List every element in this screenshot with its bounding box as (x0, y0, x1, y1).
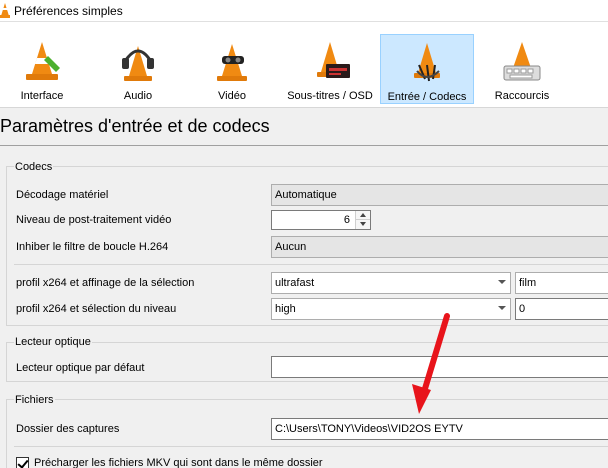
vlc-cone-icon (0, 3, 10, 18)
tab-video[interactable]: Vidéo (198, 34, 266, 104)
x264-level-value: 0 (519, 303, 526, 315)
postproc-value: 6 (343, 214, 350, 226)
settings-panel: Codecs Décodage matériel Automatique Niv… (0, 146, 608, 468)
title-bar: Préférences simples (0, 0, 608, 22)
audio-cone-icon (122, 46, 154, 81)
spin-buttons (355, 211, 370, 229)
x264-profile-select[interactable]: high (271, 298, 511, 320)
tab-subtitles-osd[interactable]: Sous-titres / OSD (284, 34, 376, 104)
loopfilter-select[interactable]: Aucun (271, 236, 608, 258)
optical-default-field[interactable] (271, 356, 608, 378)
hotkeys-cone-icon (503, 42, 541, 81)
optical-group-title: Lecteur optique (14, 336, 92, 348)
tab-label: Raccourcis (494, 90, 550, 102)
tab-label: Sous-titres / OSD (287, 90, 373, 102)
tab-audio[interactable]: Audio (104, 34, 172, 104)
tab-interface[interactable]: Interface (6, 34, 78, 104)
tab-label: Entrée / Codecs (387, 91, 467, 103)
tab-label: Audio (123, 90, 153, 102)
files-group-title: Fichiers (14, 394, 55, 406)
loopfilter-label: Inhiber le filtre de boucle H.264 (16, 241, 169, 253)
x264-tune-value: film (519, 277, 537, 289)
window-title: Préférences simples (14, 4, 123, 18)
tab-hotkeys[interactable]: Raccourcis (486, 34, 558, 104)
codecs-cone-icon (414, 43, 440, 82)
hw-decoding-select[interactable]: Automatique (271, 184, 608, 206)
x264-preset-label: profil x264 et affinage de la sélection (16, 277, 195, 289)
postproc-label: Niveau de post-traitement vidéo (16, 214, 172, 226)
spin-down-icon[interactable] (356, 220, 370, 229)
x264-preset-value: ultrafast (275, 277, 315, 289)
mkv-preload-label: Précharger les fichiers MKV qui sont dan… (34, 457, 323, 468)
tab-label: Interface (20, 90, 64, 102)
mkv-preload-checkbox[interactable] (16, 457, 29, 468)
x264-profile-label: profil x264 et sélection du niveau (16, 303, 177, 315)
video-cone-icon (217, 44, 247, 81)
x264-profile-value: high (275, 303, 296, 315)
hw-decoding-value: Automatique (275, 189, 337, 201)
tab-label: Vidéo (218, 90, 246, 102)
interface-cone-icon (26, 42, 60, 80)
page-title: Paramètres d'entrée et de codecs (0, 116, 270, 136)
spin-up-icon[interactable] (356, 211, 370, 220)
tab-input-codecs[interactable]: Entrée / Codecs (380, 34, 474, 104)
codecs-divider (14, 264, 608, 265)
x264-preset-select[interactable]: ultrafast (271, 272, 511, 294)
chevron-down-icon (498, 306, 506, 310)
subtitles-cone-icon (317, 42, 350, 78)
category-toolbar: Interface Audio Vidéo Sous-titres / OSD … (0, 22, 608, 108)
x264-tune-select[interactable]: film (515, 272, 608, 294)
optical-default-label: Lecteur optique par défaut (16, 362, 145, 374)
record-dir-label: Dossier des captures (16, 423, 120, 435)
chevron-down-icon (498, 280, 506, 284)
hw-decoding-label: Décodage matériel (16, 189, 109, 201)
record-dir-field[interactable]: C:\Users\TONY\Videos\VID2OS EYTV (271, 418, 608, 440)
codecs-group-title: Codecs (14, 161, 54, 173)
postproc-spinbox[interactable]: 6 (271, 210, 371, 230)
files-divider (14, 446, 608, 447)
record-dir-value: C:\Users\TONY\Videos\VID2OS EYTV (275, 423, 463, 435)
loopfilter-value: Aucun (275, 241, 307, 253)
x264-level-field[interactable]: 0 (515, 298, 608, 320)
